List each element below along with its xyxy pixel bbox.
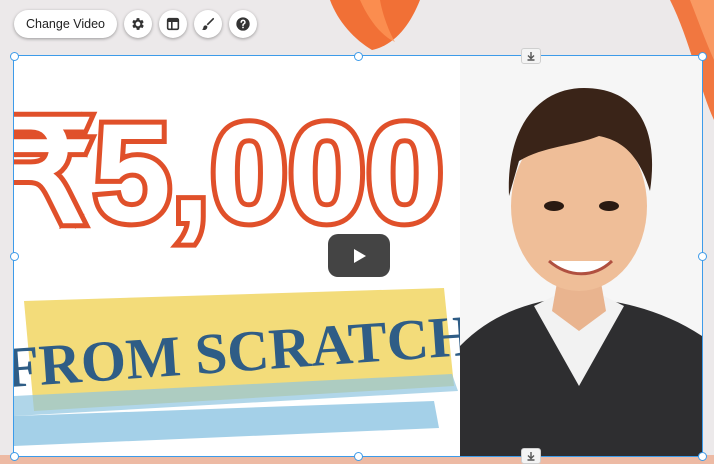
design-button[interactable] (194, 10, 223, 38)
change-video-button[interactable]: Change Video (14, 10, 118, 38)
brush-icon (202, 17, 215, 30)
resize-handle-top-right[interactable] (698, 52, 707, 61)
play-icon (354, 248, 366, 263)
video-player-frame[interactable]: FROM SCRATCH ₹5,000 (13, 55, 703, 457)
resize-handle-bottom-right[interactable] (698, 452, 707, 461)
settings-button[interactable] (124, 10, 153, 38)
resize-handle-bottom-center[interactable] (354, 452, 363, 461)
resize-handle-top-left[interactable] (10, 52, 19, 61)
anchor-bottom-button[interactable] (521, 448, 541, 464)
layout-button[interactable] (159, 10, 188, 38)
resize-handle-top-center[interactable] (354, 52, 363, 61)
anchor-top-button[interactable] (521, 48, 541, 64)
resize-handle-middle-left[interactable] (10, 252, 19, 261)
layout-icon (166, 17, 180, 31)
gear-icon (132, 18, 144, 30)
download-icon (527, 52, 535, 61)
download-icon (527, 452, 535, 461)
video-toolbar: Change Video (14, 9, 258, 39)
resize-handle-bottom-left[interactable] (10, 452, 19, 461)
play-button[interactable] (328, 234, 390, 277)
resize-handle-middle-right[interactable] (698, 252, 707, 261)
help-icon (236, 17, 250, 31)
help-button[interactable] (229, 10, 258, 38)
thumbnail-headline: ₹5,000 (14, 94, 444, 251)
